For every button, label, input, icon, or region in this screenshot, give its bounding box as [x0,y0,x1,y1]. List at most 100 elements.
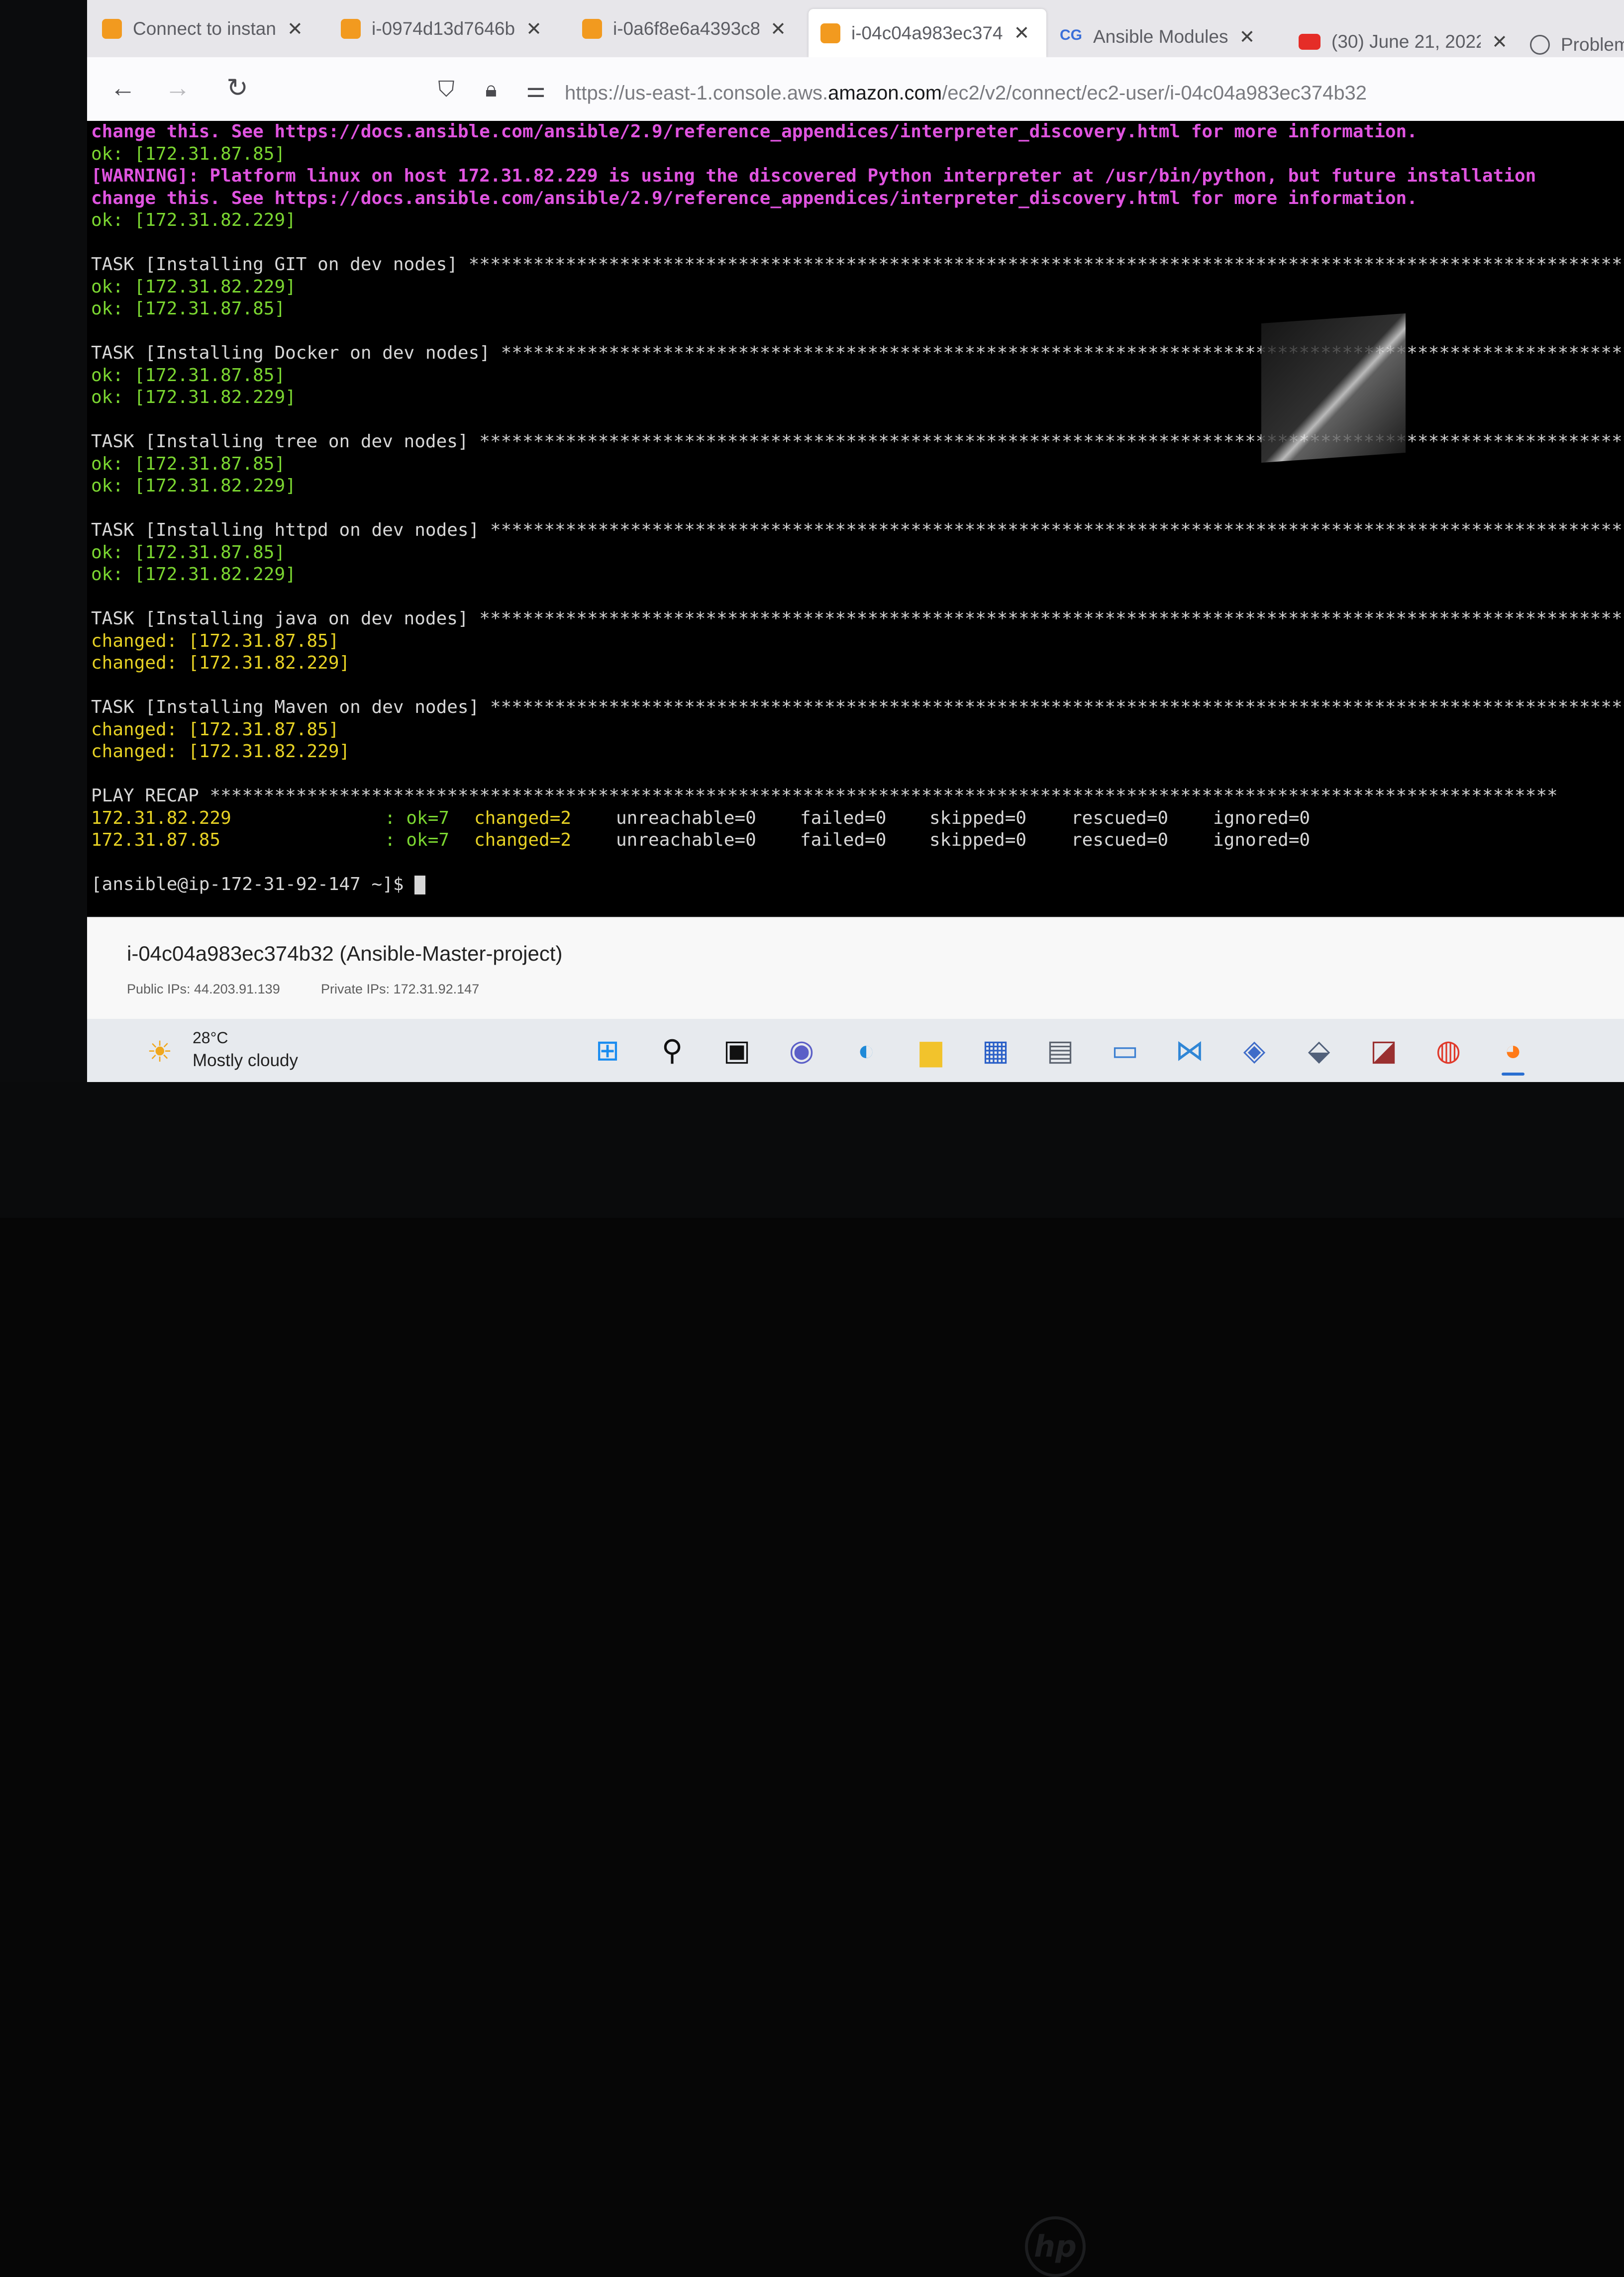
task-title: TASK [Installing Docker on dev nodes] [91,343,490,363]
calculator-icon[interactable]: ▤ [1042,1033,1078,1069]
terminal-line: change this. See https://docs.ansible.co… [91,121,1418,142]
store-icon[interactable]: ▦ [978,1033,1014,1069]
recap-ignored: ignored=0 [1213,830,1311,850]
url-path: /ec2/v2/connect/ec2-user/i-04c04a983ec37… [942,82,1367,104]
recap-failed: failed=0 [800,830,887,850]
tab-label: (30) June 21, 2022 [1331,31,1481,52]
tab-label: Problem [1561,34,1624,55]
file-explorer-icon[interactable]: ▆ [913,1033,949,1069]
shell-prompt-line[interactable]: [ansible@ip-172-31-92-147 ~]$ [91,874,1624,896]
shell-prompt: [ansible@ip-172-31-92-147 ~]$ [91,874,415,894]
tab-connect-to-instance[interactable]: Connect to instan ✕ [102,7,311,51]
task-stars: ****************************************… [501,343,1624,363]
cg-icon: CG [1060,27,1082,43]
task-result: changed: [172.31.82.229] [91,741,350,762]
task-stars: ****************************************… [468,254,1624,275]
task-title: TASK [Installing httpd on dev nodes] [91,520,480,540]
close-icon[interactable]: ✕ [287,18,303,40]
terminal-app-icon[interactable]: ◪ [1366,1033,1402,1069]
task-stars: ****************************************… [479,431,1624,452]
screen: Connect to instan ✕ i-0974d13d7646b ✕ i-… [87,0,1624,1082]
recap-changed: changed=2 [474,830,572,850]
vscode-icon[interactable]: ⋈ [1172,1033,1208,1069]
task-header: TASK [Installing java on dev nodes] ****… [91,608,1624,630]
task-result: changed: [172.31.87.85] [91,719,339,740]
start-menu-icon[interactable]: ⊞ [590,1033,625,1069]
back-arrow-icon[interactable]: ← [107,72,139,104]
task-result: ok: [172.31.82.229] [91,276,296,297]
weather-temperature[interactable]: 28°C [193,1029,228,1047]
tab-label: Connect to instan [133,18,276,39]
recap-unreachable: unreachable=0 [616,807,756,828]
task-result: ok: [172.31.82.229] [91,476,296,496]
terminal-output[interactable]: change this. See https://docs.ansible.co… [87,121,1624,917]
close-icon[interactable]: ✕ [526,18,542,40]
close-icon[interactable]: ✕ [1492,31,1508,53]
search-icon[interactable]: ⚲ [654,1033,690,1069]
browser-tab-bar: Connect to instan ✕ i-0974d13d7646b ✕ i-… [87,0,1624,57]
shield-icon[interactable]: ⛉ [433,76,460,103]
task-result: changed: [172.31.87.85] [91,630,339,651]
browser-nav-bar: ← → ↻ ⛉ 🔒︎ ⚌ https://us-east-1.console.a… [87,57,1624,121]
app-icon[interactable]: ◈ [1236,1033,1272,1069]
tab-instance-0a6f[interactable]: i-0a6f8e6a4393c8 ✕ [582,7,786,51]
aws-icon [582,19,602,39]
recap-skipped: skipped=0 [929,830,1027,850]
terminal-line: ok: [172.31.87.85] [91,143,286,164]
reload-icon[interactable]: ↻ [221,72,253,104]
url-prefix: https://us-east-1.console.aws. [565,82,828,104]
recap-row: 172.31.82.229 : ok=7 changed=2 unreachable=… [91,807,1624,830]
recap-ok: : ok=7 [385,807,450,828]
recap-stars: ****************************************… [209,786,1558,806]
recap-host: 172.31.82.229 [91,807,231,828]
close-icon[interactable]: ✕ [1239,26,1255,48]
task-title: TASK [Installing java on dev nodes] [91,608,469,629]
recap-title: PLAY RECAP [91,786,199,806]
firefox-icon[interactable]: ◕ [1495,1033,1531,1069]
address-bar-url[interactable]: https://us-east-1.console.aws.amazon.com… [565,82,1367,104]
public-ips: Public IPs: 44.203.91.139 [127,982,280,996]
chrome-icon[interactable]: ◍ [1430,1033,1466,1069]
terminal-line: ok: [172.31.82.229] [91,210,296,230]
task-title: TASK [Installing Maven on dev nodes] [91,697,480,717]
youtube-icon [1299,34,1320,50]
remote-desktop-icon[interactable]: ▭ [1107,1033,1143,1069]
task-view-icon[interactable]: ▣ [719,1033,755,1069]
forward-arrow-icon[interactable]: → [162,72,194,104]
screen-glare-reflection [1261,313,1406,463]
recap-rescued: rescued=0 [1071,830,1169,850]
instance-title: i-04c04a983ec374b32 (Ansible-Master-proj… [127,942,563,965]
edge-browser-icon[interactable]: ◐ [848,1033,884,1069]
task-result: ok: [172.31.82.229] [91,564,296,585]
monitor-bezel-bottom: hp [0,1082,1624,2277]
terminal-line: [WARNING]: Platform linux on host 172.31… [91,166,1536,186]
task-result: ok: [172.31.87.85] [91,542,286,563]
close-icon[interactable]: ✕ [1014,22,1029,44]
instance-info-panel: i-04c04a983ec374b32 (Ansible-Master-proj… [87,917,1624,1020]
task-stars: ****************************************… [490,697,1624,717]
aws-icon [820,23,840,43]
task-stars: ****************************************… [490,520,1624,540]
task-header: TASK [Installing Maven on dev nodes] ***… [91,696,1624,719]
tab-ansible-modules[interactable]: CG Ansible Modules ✕ [1060,15,1269,59]
recap-changed: changed=2 [474,807,572,828]
permissions-icon[interactable]: ⚌ [522,76,549,103]
task-title: TASK [Installing GIT on dev nodes] [91,254,458,275]
terminal-line: change this. See https://docs.ansible.co… [91,188,1418,208]
private-ips: Private IPs: 172.31.92.147 [321,982,480,996]
weather-icon[interactable]: ☀︎ [147,1035,173,1069]
close-icon[interactable]: ✕ [770,18,786,40]
recap-rescued: rescued=0 [1071,807,1169,828]
tab-instance-0974[interactable]: i-0974d13d7646b ✕ [341,7,545,51]
lock-icon[interactable]: 🔒︎ [478,76,505,103]
windows-taskbar: ☀︎ 28°C Mostly cloudy ⊞ ⚲ ▣ ◉ ◐ ▆ ▦ ▤ ▭ … [87,1019,1624,1082]
task-stars: ****************************************… [479,608,1624,629]
tab-instance-04c0-active[interactable]: i-04c04a983ec374 ✕ [809,9,1046,57]
monitor-bezel [0,0,87,1218]
tab-label: i-0a6f8e6a4393c8 [613,18,760,39]
task-header: TASK [Installing httpd on dev nodes] ***… [91,519,1624,542]
weather-condition[interactable]: Mostly cloudy [193,1051,298,1071]
network-app-icon[interactable]: ⬙ [1301,1033,1337,1069]
recap-ok: : ok=7 [385,830,450,850]
chat-icon[interactable]: ◉ [784,1033,819,1069]
